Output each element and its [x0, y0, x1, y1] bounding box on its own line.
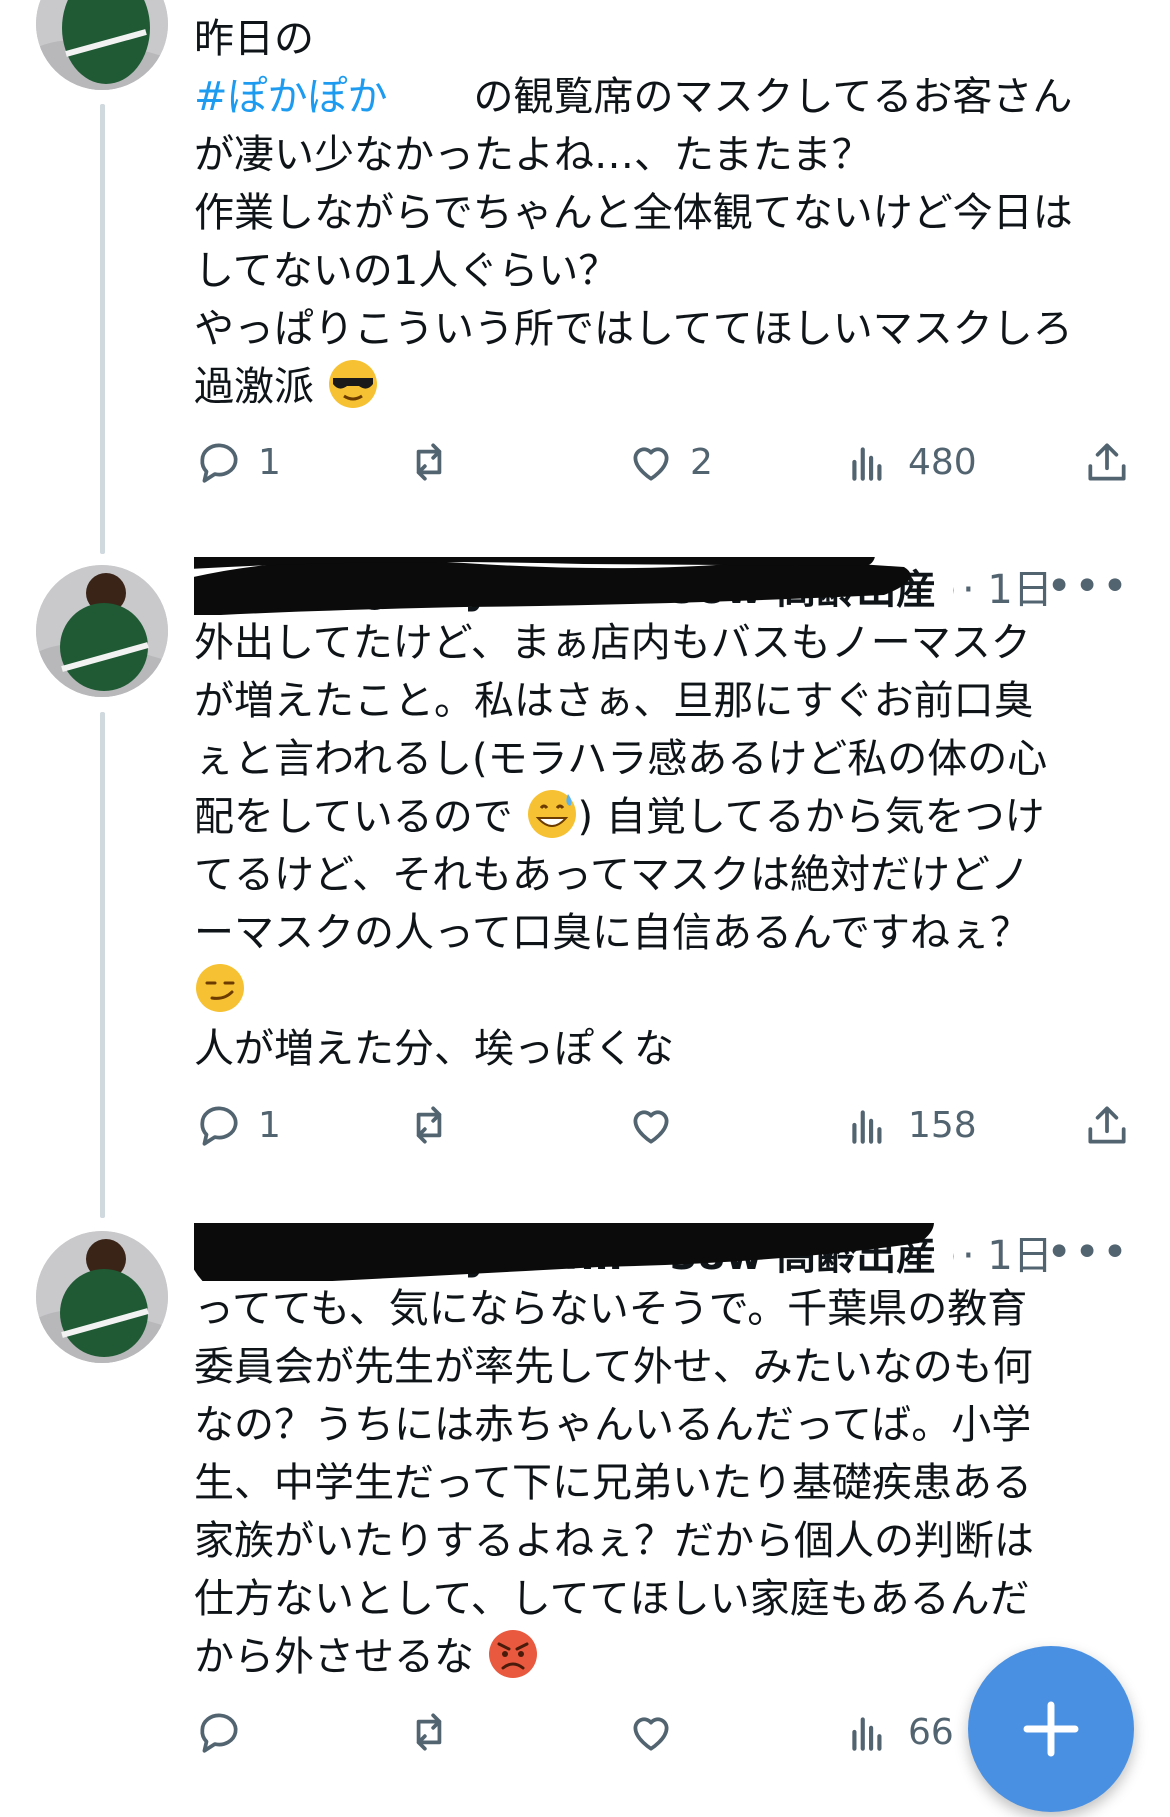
- text-line: てるけど、それもあってマスクは絶対だけどノ: [194, 852, 1030, 898]
- author-name-wrap[interactable]: sat(ｻﾄ) @ 14y & 4m← 38w 高齢出産 (…: [194, 557, 954, 615]
- action-bar: 1 2 480: [194, 432, 1134, 492]
- angry-emoji: [488, 1630, 537, 1678]
- timestamp[interactable]: · 1日: [962, 557, 1053, 615]
- sweat-smile-emoji: [527, 790, 576, 838]
- reply-icon: [200, 1713, 238, 1753]
- action-bar: 1 158: [194, 1095, 1134, 1155]
- reply-icon: [200, 443, 238, 483]
- heart-icon: [633, 447, 669, 481]
- text-line: なの？うちには赤ちゃんいるんだってば。小学: [194, 1402, 1032, 1448]
- tweet-text: 昨日の #ぽかぽか の観覧席のマスクしてるお客さん が凄い少なかったよね…、たまた…: [194, 10, 1144, 416]
- text-line: [194, 962, 1144, 1020]
- tweet-header: sat(ｻﾄ) @ 14y & 4m← 38w 高齢出産 (… · 1日 •••: [194, 557, 1130, 615]
- text-line: ーマスクの人って口臭に自信あるんですねぇ？: [194, 910, 1030, 956]
- text-line: が増えたこと。私はさぁ、旦那にすぐお前口臭: [194, 678, 1034, 724]
- text-line: 配をしているので ) 自覚してるから気をつけ: [194, 788, 1144, 846]
- author-name[interactable]: sat(ｻﾄ) @ 14y & 4m← 38w 高齢出産 (…: [194, 1233, 954, 1279]
- reply-count: 1: [258, 1104, 281, 1146]
- views-button[interactable]: 66: [844, 1702, 954, 1762]
- more-options-icon[interactable]: •••: [1046, 1227, 1130, 1278]
- hashtag-link[interactable]: #ぽかぽか: [194, 74, 388, 120]
- author-name-wrap[interactable]: sat(ｻﾄ) @ 14y & 4m← 38w 高齢出産 (…: [194, 1223, 954, 1281]
- tweet-text: ってても、気にならないそうで。千葉県の教育 委員会が先生が率先して外せ、みたいな…: [194, 1280, 1144, 1686]
- like-button[interactable]: [626, 1702, 676, 1762]
- views-icon: [852, 447, 882, 481]
- text-line: 生、中学生だって下に兄弟いたり基礎疾患ある: [194, 1460, 1032, 1506]
- like-count: 2: [690, 441, 713, 483]
- avatar-image: [36, 0, 168, 90]
- heart-icon: [633, 1110, 669, 1144]
- share-button[interactable]: [1082, 1095, 1132, 1155]
- views-icon: [852, 1717, 882, 1751]
- retweet-button[interactable]: [404, 1702, 454, 1762]
- text-line: 外出してたけど、まぁ店内もバスもノーマスク: [194, 620, 1031, 666]
- more-options-icon[interactable]: •••: [1046, 561, 1130, 612]
- views-button[interactable]: 158: [844, 1095, 977, 1155]
- text-line: してないの1人ぐらい？: [194, 248, 619, 294]
- text-line: やっぱりこういう所ではしててほしいマスクしろ: [194, 306, 1073, 352]
- text-line: 委員会が先生が率先して外せ、みたいなのも何: [194, 1344, 1033, 1390]
- reply-button[interactable]: 1: [194, 1095, 281, 1155]
- share-icon: [1088, 1106, 1126, 1144]
- smirk-emoji: [196, 964, 244, 1012]
- text-line: 家族がいたりするよねぇ？だから個人の判断は: [194, 1518, 1034, 1564]
- avatar-image: [36, 565, 168, 697]
- reply-button[interactable]: 1: [194, 432, 281, 492]
- views-count: 480: [908, 441, 977, 483]
- like-button[interactable]: 2: [626, 432, 713, 492]
- text-line: ってても、気にならないそうで。千葉県の教育: [194, 1286, 1028, 1332]
- sunglasses-emoji: [328, 360, 377, 408]
- reply-button[interactable]: [194, 1702, 244, 1762]
- tweet-header: sat(ｻﾄ) @ 14y & 4m← 38w 高齢出産 (… · 1日 •••: [194, 1223, 1130, 1281]
- text-line: が凄い少なかったよね…、たまたま？: [194, 132, 872, 178]
- views-count: 66: [908, 1711, 954, 1753]
- text-line: 昨日の: [194, 16, 314, 62]
- avatar-image: [36, 1231, 168, 1363]
- heart-icon: [633, 1717, 669, 1751]
- share-icon: [1088, 443, 1126, 481]
- thread-line: [100, 712, 105, 1218]
- plus-icon: [1023, 1701, 1079, 1757]
- views-count: 158: [908, 1104, 977, 1146]
- text-line: 作業しながらでちゃんと全体観てないけど今日は: [194, 190, 1073, 236]
- text-line: 過激派: [194, 358, 1144, 416]
- reply-icon: [200, 1106, 238, 1146]
- views-button[interactable]: 480: [844, 432, 977, 492]
- retweet-icon: [416, 443, 442, 481]
- avatar[interactable]: [36, 1231, 168, 1363]
- text-line: #ぽかぽか の観覧席のマスクしてるお客さん: [194, 74, 1073, 120]
- retweet-icon: [416, 1106, 442, 1144]
- reply-count: 1: [258, 441, 281, 483]
- like-button[interactable]: [626, 1095, 676, 1155]
- thread-line: [100, 104, 105, 554]
- text-line: 人が増えた分、埃っぽくな: [194, 1026, 674, 1072]
- views-icon: [852, 1110, 882, 1144]
- retweet-button[interactable]: [404, 432, 454, 492]
- text-line: ぇと言われるし(モラハラ感あるけど私の体の心: [194, 736, 1048, 782]
- compose-tweet-button[interactable]: [968, 1646, 1134, 1812]
- retweet-icon: [416, 1713, 442, 1751]
- timestamp[interactable]: · 1日: [962, 1223, 1053, 1281]
- share-button[interactable]: [1082, 432, 1132, 492]
- tweet-text: 外出してたけど、まぁ店内もバスもノーマスク が増えたこと。私はさぁ、旦那にすぐお…: [194, 614, 1144, 1078]
- avatar[interactable]: [36, 565, 168, 697]
- retweet-button[interactable]: [404, 1095, 454, 1155]
- avatar[interactable]: [36, 0, 168, 90]
- text-line: 仕方ないとして、しててほしい家庭もあるんだ: [194, 1576, 1030, 1622]
- author-name[interactable]: sat(ｻﾄ) @ 14y & 4m← 38w 高齢出産 (…: [194, 567, 954, 613]
